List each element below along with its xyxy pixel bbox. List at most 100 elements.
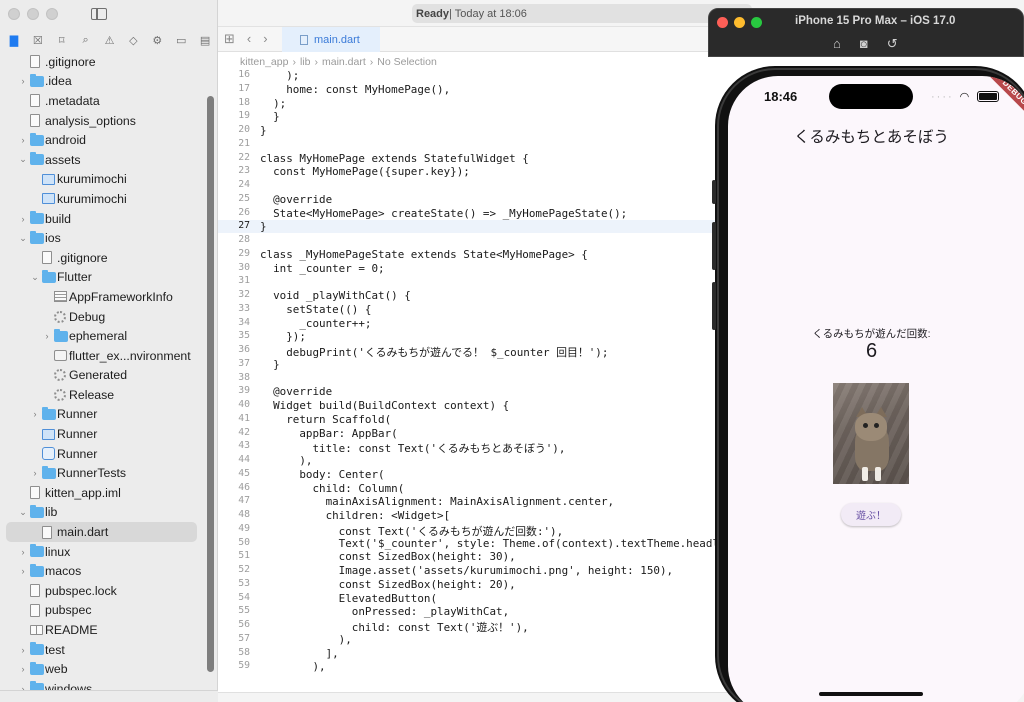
folder-item[interactable]: › macos <box>0 561 205 581</box>
chevron-right-icon[interactable]: › <box>18 76 28 86</box>
forward-arrow-icon[interactable]: › <box>263 31 267 47</box>
minimize-window-button[interactable] <box>27 7 39 20</box>
debug-navigator-icon[interactable]: ⚙ <box>145 32 169 50</box>
code-text: ], <box>260 646 339 660</box>
file-item[interactable]: Generated <box>0 366 205 386</box>
find-navigator-icon[interactable]: ⌕ <box>74 32 98 50</box>
chevron-right-icon[interactable]: › <box>18 135 28 145</box>
breakpoint-navigator-icon[interactable]: ▭ <box>169 32 193 50</box>
close-window-button[interactable] <box>8 7 20 20</box>
folder-item[interactable]: › Runner <box>0 405 205 425</box>
chevron-right-icon[interactable]: › <box>42 331 52 341</box>
xcode-window: ▇ ☒ ⌑ ⌕ ⚠ ◇ ⚙ ▭ ▤ .gitignore › .idea .metad… <box>0 0 1024 702</box>
folder-item[interactable]: ⌄ assets <box>0 150 205 170</box>
folder-item[interactable]: › linux <box>0 542 205 562</box>
tree-item-label: ios <box>45 231 61 246</box>
file-item[interactable]: .gitignore <box>0 52 205 72</box>
chevron-down-icon[interactable]: ⌄ <box>18 507 28 518</box>
folder-item[interactable]: › RunnerTests <box>0 463 205 483</box>
chevron-down-icon[interactable]: ⌄ <box>18 233 28 244</box>
folder-item[interactable]: › build <box>0 209 205 229</box>
rotate-icon[interactable]: ↺ <box>887 36 898 52</box>
code-text: home: const MyHomePage(), <box>260 82 451 96</box>
folder-item[interactable]: › .idea <box>0 72 205 92</box>
activity-status: Ready | Today at 18:06 <box>412 4 752 23</box>
tree-item-label: Release <box>69 387 115 402</box>
bookmark-navigator-icon[interactable]: ⌑ <box>50 32 74 50</box>
file-item[interactable]: pubspec.lock <box>0 581 205 601</box>
chevron-right-icon[interactable]: › <box>18 214 28 224</box>
chevron-right-icon[interactable]: › <box>30 468 40 478</box>
folder-item[interactable]: › android <box>0 130 205 150</box>
file-item[interactable]: kurumimochi <box>0 170 205 190</box>
tab-main-dart[interactable]: main.dart <box>282 27 380 52</box>
navigator-scrollbar[interactable] <box>207 96 214 672</box>
sim-zoom-button[interactable] <box>751 17 762 28</box>
cat-leg-right <box>875 467 881 481</box>
line-number: 42 <box>238 426 250 438</box>
folder-item[interactable]: › web <box>0 659 205 679</box>
related-items-icon[interactable]: ⊞ <box>224 31 235 47</box>
sim-minimize-button[interactable] <box>734 17 745 28</box>
file-item[interactable]: README <box>0 620 205 640</box>
file-item[interactable]: AppFrameworkInfo <box>0 287 205 307</box>
folder-item[interactable]: › ephemeral <box>0 326 205 346</box>
tree-item-label: lib <box>45 505 58 520</box>
chevron-right-icon[interactable]: › <box>18 566 28 576</box>
folder-icon <box>30 132 44 146</box>
chevron-down-icon[interactable]: ⌄ <box>18 154 28 165</box>
source-control-navigator-icon[interactable]: ☒ <box>26 32 50 50</box>
file-item[interactable]: .gitignore <box>0 248 205 268</box>
file-item[interactable]: analysis_options <box>0 111 205 131</box>
breadcrumb-item[interactable]: lib <box>300 56 311 68</box>
code-text: return Scaffold( <box>260 412 392 426</box>
file-item[interactable]: .metadata <box>0 91 205 111</box>
code-text: Text('$_counter', style: Theme.of(contex… <box>260 536 752 550</box>
chevron-right-icon[interactable]: › <box>18 547 28 557</box>
folder-item[interactable]: › test <box>0 640 205 660</box>
breadcrumb-item[interactable]: main.dart <box>322 56 366 68</box>
sim-close-button[interactable] <box>717 17 728 28</box>
file-icon <box>30 584 40 598</box>
screenshot-icon[interactable]: ◙ <box>860 36 868 52</box>
breadcrumb-item[interactable]: kitten_app <box>240 56 288 68</box>
code-text: const MyHomePage({super.key}); <box>260 165 470 179</box>
chevron-right-icon[interactable]: › <box>18 645 28 655</box>
play-button[interactable]: 遊ぶ！ <box>841 503 901 526</box>
test-navigator-icon[interactable]: ◇ <box>121 32 145 50</box>
cat-eye-left <box>863 423 868 428</box>
chevron-right-icon[interactable]: › <box>18 664 28 674</box>
folder-navigator-icon[interactable]: ▇ <box>2 32 26 50</box>
book-icon <box>30 625 43 636</box>
status-bar-time: 18:46 <box>764 89 798 104</box>
folder-item[interactable]: ⌄ Flutter <box>0 268 205 288</box>
file-item[interactable]: Runner <box>0 424 205 444</box>
line-number: 34 <box>238 316 250 328</box>
chevron-down-icon[interactable]: ⌄ <box>30 272 40 283</box>
chevron-right-icon[interactable]: › <box>30 409 40 419</box>
breadcrumb-separator-icon: › <box>369 56 374 68</box>
tree-item-label: Runner <box>57 407 98 422</box>
report-navigator-icon[interactable]: ▤ <box>193 32 217 50</box>
file-item[interactable]: kurumimochi <box>0 189 205 209</box>
breadcrumb-item[interactable]: No Selection <box>377 56 437 68</box>
file-item[interactable]: flutter_ex...nvironment <box>0 346 205 366</box>
battery-icon <box>977 91 1000 102</box>
file-icon <box>42 525 52 539</box>
folder-item[interactable]: ⌄ ios <box>0 228 205 248</box>
file-item[interactable]: main.dart <box>6 522 197 542</box>
file-item[interactable]: pubspec <box>0 601 205 621</box>
home-icon[interactable]: ⌂ <box>833 36 841 52</box>
file-item[interactable]: kitten_app.iml <box>0 483 205 503</box>
cat-image <box>833 383 909 484</box>
file-item[interactable]: Runner <box>0 444 205 464</box>
file-item[interactable]: Debug <box>0 307 205 327</box>
zoom-window-button[interactable] <box>46 7 58 20</box>
file-item[interactable]: Release <box>0 385 205 405</box>
code-text: Image.asset('assets/kurumimochi.png', he… <box>260 564 674 577</box>
line-number: 49 <box>238 522 250 534</box>
issue-navigator-icon[interactable]: ⚠ <box>98 32 122 50</box>
back-arrow-icon[interactable]: ‹ <box>247 31 251 47</box>
sidebar-toggle-icon[interactable] <box>91 7 107 20</box>
folder-item[interactable]: ⌄ lib <box>0 503 205 523</box>
